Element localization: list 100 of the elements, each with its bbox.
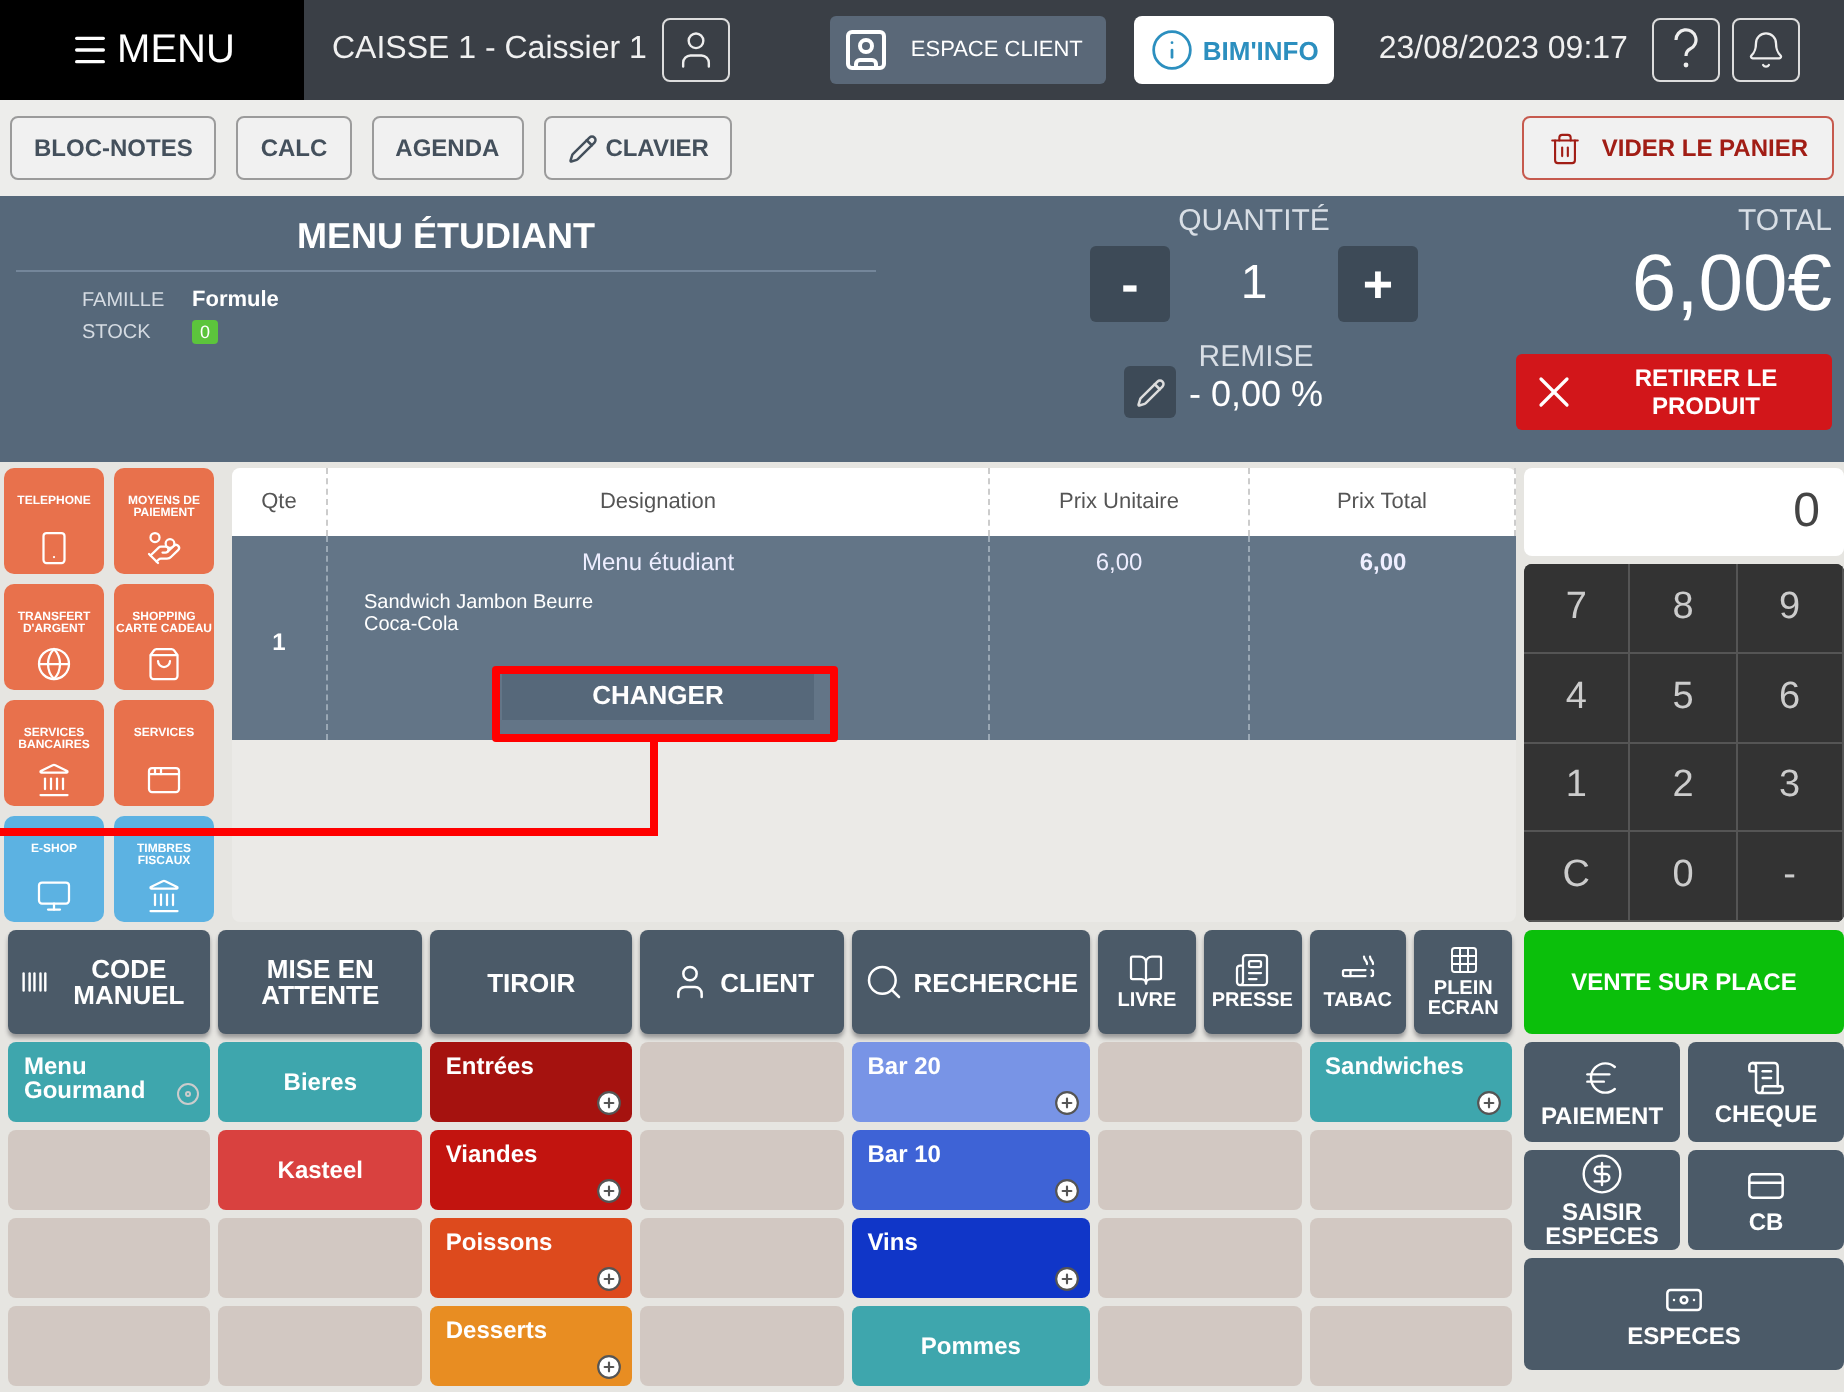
toolbar-button[interactable]: AGENDA (371, 116, 524, 180)
empty-tile[interactable] (1309, 1218, 1512, 1298)
keypad-key[interactable]: 5 (1630, 653, 1738, 743)
plus-icon (1054, 1090, 1081, 1116)
keypad-key[interactable]: C (1524, 832, 1631, 922)
family-value: Formule (192, 288, 279, 312)
clear-cart-button[interactable]: VIDER LE PANIER (1521, 116, 1834, 180)
contact-icon (842, 26, 891, 74)
empty-tile[interactable] (640, 1130, 844, 1210)
keypad-key[interactable]: 7 (1524, 564, 1631, 654)
keypad-key[interactable]: - (1737, 832, 1844, 922)
quantity-cell: 1 (272, 628, 286, 656)
quick-button[interactable]: PRESSE (1203, 930, 1302, 1034)
phone-icon (36, 530, 72, 566)
empty-tile[interactable] (1098, 1042, 1302, 1122)
keypad-key[interactable]: 1 (1524, 743, 1631, 833)
empty-tile[interactable] (640, 1306, 844, 1386)
hand-coins-icon (146, 530, 182, 566)
payment-button[interactable]: SAISIR ESPECES (1524, 1150, 1680, 1250)
newspaper-icon (1234, 952, 1271, 988)
keypad-key[interactable]: 0 (1630, 832, 1738, 922)
order-row[interactable]: 1 Menu étudiant Sandwich Jambon Beurre Coca-Cola CHANGER 6,00 6,00 (232, 536, 1516, 740)
payment-button[interactable]: ESPECES (1524, 1258, 1844, 1370)
quick-button[interactable]: TABAC (1309, 930, 1407, 1034)
quantity-label: QUANTITÉ (1178, 204, 1330, 238)
total-label: TOTAL (1738, 204, 1832, 238)
keypad-key[interactable]: 3 (1737, 743, 1844, 833)
payment-button[interactable]: PAIEMENT (1524, 1042, 1680, 1142)
keypad-key[interactable]: 6 (1737, 653, 1844, 743)
info-button[interactable]: BIM'INFO (1134, 16, 1335, 84)
customer-space-button[interactable]: ESPACE CLIENT (830, 16, 1107, 84)
menu-button[interactable]: MENU (0, 0, 304, 100)
register-label: CAISSE 1 - Caissier 1 (332, 32, 647, 68)
user-button[interactable] (662, 18, 731, 82)
plus-icon (596, 1178, 623, 1204)
edit-discount-button[interactable] (1124, 366, 1177, 418)
category-tile[interactable]: Bar 10 (851, 1130, 1091, 1210)
toolbar-button[interactable]: CALC (236, 116, 352, 180)
datetime: 23/08/2023 09:17 (1378, 32, 1628, 68)
quick-button[interactable]: PLEIN ECRAN (1414, 930, 1512, 1034)
empty-tile[interactable] (8, 1130, 211, 1210)
decrease-button[interactable]: - (1090, 246, 1170, 322)
payment-button[interactable]: CB (1688, 1150, 1844, 1250)
bell-icon (1745, 30, 1786, 70)
action-button[interactable]: TIROIR (429, 930, 633, 1034)
stock-label: STOCK (82, 321, 153, 343)
stock-badge: 0 (192, 320, 219, 344)
category-tile[interactable]: Entrées (429, 1042, 633, 1122)
keypad-key[interactable]: 8 (1630, 564, 1738, 654)
empty-tile[interactable] (218, 1218, 422, 1298)
bell-button[interactable] (1731, 18, 1800, 82)
empty-tile[interactable] (1309, 1306, 1512, 1386)
pencil-icon (567, 133, 598, 163)
discount-value: - 0,00 % (1188, 374, 1324, 416)
family-label: FAMILLE (82, 289, 167, 311)
pencil-icon (1135, 377, 1166, 407)
keypad-key[interactable]: 9 (1737, 564, 1844, 654)
total-amount: 6,00€ (1631, 238, 1832, 330)
remove-product-button[interactable]: RETIRER LE PRODUIT (1516, 354, 1832, 430)
product-tile[interactable]: Kasteel (218, 1130, 422, 1210)
empty-tile[interactable] (1098, 1218, 1302, 1298)
item-components: Sandwich Jambon Beurre Coca-Cola (362, 592, 594, 636)
increase-button[interactable]: + (1338, 246, 1418, 322)
empty-tile[interactable] (8, 1306, 211, 1386)
info-icon (1150, 28, 1195, 72)
empty-tile[interactable] (218, 1306, 422, 1386)
action-button[interactable]: CLIENT (640, 930, 844, 1034)
globe-icon (36, 646, 72, 682)
unit-price: 6,00 (1095, 548, 1143, 576)
quick-button[interactable]: LIVRE (1098, 930, 1196, 1034)
action-button[interactable]: CODE MANUEL (8, 930, 211, 1034)
monitor-icon (36, 878, 72, 914)
keypad-display: 0 (1524, 468, 1844, 556)
category-tile[interactable]: Viandes (429, 1130, 633, 1210)
action-button[interactable]: MISE EN ATTENTE (218, 930, 422, 1034)
plus-icon (1054, 1266, 1081, 1292)
item-title: Menu étudiant (581, 548, 735, 576)
category-tile[interactable]: Poissons (429, 1218, 633, 1298)
toolbar-button[interactable]: BLOC-NOTES (10, 116, 217, 180)
payment-button[interactable]: CHEQUE (1688, 1042, 1844, 1142)
help-button[interactable] (1651, 18, 1720, 82)
trash-icon (1547, 131, 1582, 165)
empty-tile[interactable] (8, 1218, 211, 1298)
empty-tile[interactable] (1309, 1130, 1512, 1210)
action-button[interactable]: RECHERCHE (851, 930, 1091, 1034)
empty-tile[interactable] (1098, 1306, 1302, 1386)
bank-icon (36, 762, 72, 798)
toolbar-button[interactable]: CLAVIER (543, 116, 733, 180)
keypad-key[interactable]: 4 (1524, 653, 1631, 743)
search-icon (863, 962, 904, 1002)
keypad-key[interactable]: 2 (1630, 743, 1738, 833)
plus-icon (1054, 1178, 1081, 1204)
empty-tile[interactable] (1098, 1130, 1302, 1210)
empty-tile[interactable] (640, 1218, 844, 1298)
book-icon (1128, 952, 1165, 988)
building-icon (146, 878, 182, 914)
bag-icon (146, 646, 182, 682)
category-tile[interactable]: Vins (851, 1218, 1091, 1298)
empty-tile[interactable] (640, 1042, 844, 1122)
grid-icon (1447, 944, 1480, 976)
